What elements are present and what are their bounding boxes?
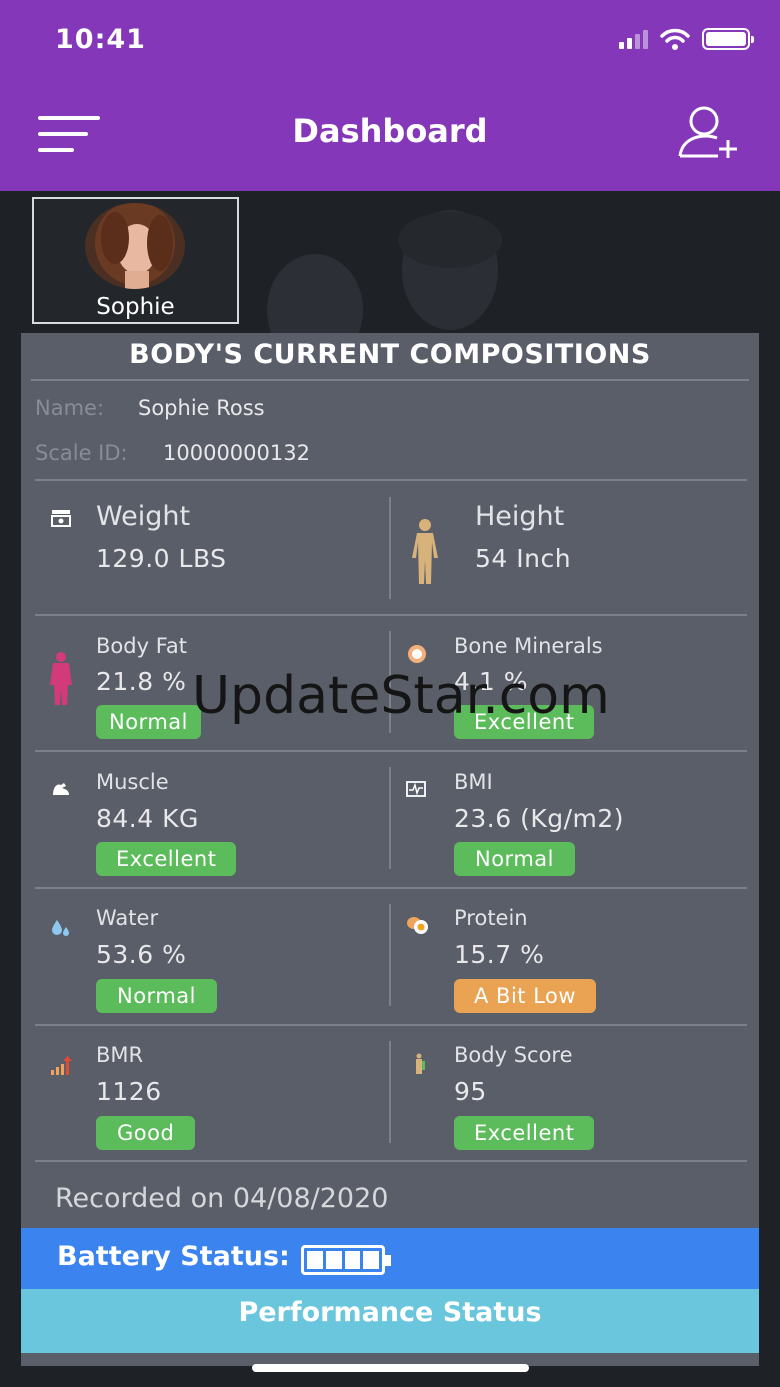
card-title: BODY'S CURRENT COMPOSITIONS <box>129 339 651 370</box>
bmr-chart-icon <box>51 1056 72 1075</box>
divider <box>389 497 391 599</box>
status-time: 10:41 <box>55 24 146 55</box>
divider <box>35 887 747 889</box>
divider <box>35 479 747 481</box>
protein-label: Protein <box>454 906 528 930</box>
bmi-label: BMI <box>454 770 493 794</box>
height-value: 54 Inch <box>475 544 572 573</box>
height-label: Height <box>475 501 565 532</box>
watermark: UpdateStar.com <box>192 666 610 726</box>
water-drop-icon <box>52 920 69 936</box>
muscle-status-badge: Excellent <box>96 842 237 876</box>
phone-battery-icon <box>702 28 754 50</box>
muscle-icon <box>53 783 69 795</box>
body-composition-card: BODY'S CURRENT COMPOSITIONS Name: Sophie… <box>21 333 759 1366</box>
add-user-icon[interactable] <box>676 104 740 160</box>
protein-egg-icon <box>407 917 428 934</box>
body-fat-label: Body Fat <box>96 634 187 658</box>
cellular-signal-icon <box>619 29 648 49</box>
weight-label: Weight <box>96 501 191 532</box>
wifi-icon <box>660 28 690 50</box>
performance-status-label: Performance Status <box>238 1297 542 1328</box>
battery-status-label: Battery Status: <box>57 1241 290 1272</box>
divider <box>35 614 747 616</box>
water-value: 53.6 % <box>96 940 187 969</box>
divider <box>389 767 391 869</box>
divider <box>35 1024 747 1026</box>
background-people-image <box>267 210 502 335</box>
scale-icon <box>51 510 71 527</box>
water-status-badge: Normal <box>96 979 217 1013</box>
body-fat-value: 21.8 % <box>96 667 187 696</box>
name-value: Sophie Ross <box>138 396 265 420</box>
water-label: Water <box>96 906 159 930</box>
protein-value: 15.7 % <box>454 940 545 969</box>
weight-value: 129.0 LBS <box>96 544 227 573</box>
body-fat-icon <box>50 652 72 705</box>
protein-status-badge: A Bit Low <box>454 979 597 1013</box>
status-icons <box>619 28 754 50</box>
bmi-icon <box>406 781 426 797</box>
bmi-value: 23.6 (Kg/m2) <box>454 804 625 833</box>
divider <box>35 1160 747 1162</box>
muscle-value: 84.4 KG <box>96 804 199 833</box>
bmi-status-badge: Normal <box>454 842 575 876</box>
muscle-label: Muscle <box>96 770 169 794</box>
performance-status-button[interactable]: Performance Status <box>21 1289 759 1353</box>
body-score-label: Body Score <box>454 1043 573 1067</box>
bone-minerals-icon <box>408 645 426 663</box>
home-indicator[interactable] <box>252 1364 529 1372</box>
page-title: Dashboard <box>292 112 488 150</box>
profile-name: Sophie <box>96 294 175 320</box>
divider <box>35 750 747 752</box>
divider <box>389 904 391 1006</box>
divider <box>389 1041 391 1143</box>
bmr-value: 1126 <box>96 1077 162 1106</box>
battery-full-icon <box>301 1245 391 1275</box>
battery-status-bar: Battery Status: <box>21 1228 759 1289</box>
profile-tile-sophie[interactable]: Sophie <box>32 197 239 324</box>
body-score-value: 95 <box>454 1077 487 1106</box>
avatar <box>85 203 185 289</box>
divider <box>31 379 749 381</box>
scale-id-label: Scale ID: <box>35 441 128 465</box>
body-score-icon <box>416 1053 425 1074</box>
recorded-date: Recorded on 04/08/2020 <box>55 1183 389 1214</box>
name-label: Name: <box>35 396 105 420</box>
bmr-label: BMR <box>96 1043 144 1067</box>
body-score-status-badge: Excellent <box>454 1116 595 1150</box>
scale-id-value: 10000000132 <box>163 441 310 465</box>
app-header: 10:41 Dashboard <box>0 0 780 191</box>
body-fat-status-badge: Normal <box>96 705 201 739</box>
bmr-status-badge: Good <box>96 1116 196 1150</box>
human-body-icon <box>412 519 438 584</box>
bone-minerals-label: Bone Minerals <box>454 634 603 658</box>
